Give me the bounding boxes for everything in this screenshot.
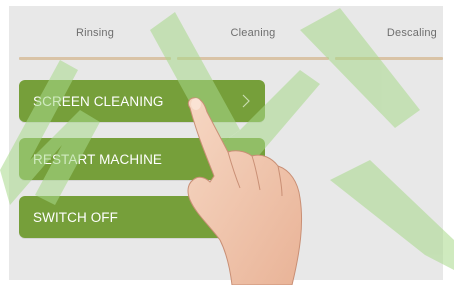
chevron-right-icon [242, 152, 250, 166]
switch-off-label: SWITCH OFF [33, 209, 118, 225]
restart-machine-label: RESTART MACHINE [33, 151, 163, 167]
tab-underline [19, 57, 171, 60]
tab-rinsing-label: Rinsing [75, 27, 115, 39]
restart-machine-button[interactable]: RESTART MACHINE [19, 138, 265, 180]
tab-cleaning[interactable]: Cleaning [177, 6, 329, 60]
screen-cleaning-label: SCREEN CLEANING [33, 93, 164, 109]
switch-off-button[interactable]: SWITCH OFF [19, 196, 265, 238]
display-screen: Rinsing Cleaning Descaling SCREEN CLEANI… [9, 6, 443, 280]
screen-cleaning-button[interactable]: SCREEN CLEANING [19, 80, 265, 122]
tab-descaling-label: Descaling [386, 27, 437, 39]
tab-underline [177, 57, 329, 60]
chevron-right-icon [242, 94, 250, 108]
tab-bar: Rinsing Cleaning Descaling [9, 6, 443, 60]
tab-cleaning-label: Cleaning [230, 27, 276, 39]
tab-underline [335, 57, 443, 60]
tab-rinsing[interactable]: Rinsing [19, 6, 171, 60]
tab-descaling[interactable]: Descaling [335, 6, 443, 60]
